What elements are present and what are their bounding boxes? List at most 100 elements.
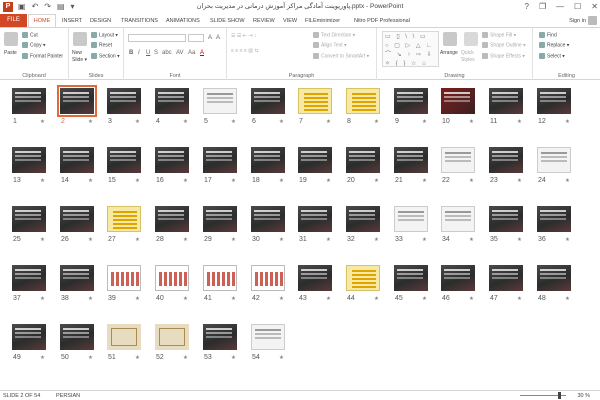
- slide-thumbnail[interactable]: [537, 147, 571, 173]
- slide-thumbnail[interactable]: [107, 324, 141, 350]
- slide-animation-star-icon[interactable]: ★: [183, 236, 188, 244]
- cut-button[interactable]: Cut: [22, 32, 38, 39]
- slide-thumbnail[interactable]: [155, 324, 189, 350]
- tab-transitions[interactable]: TRANSITIONS: [121, 16, 158, 26]
- shrink-font-icon[interactable]: A: [216, 35, 220, 42]
- reset-button[interactable]: Reset: [91, 42, 112, 49]
- tab-fileminimizer[interactable]: FILEminimizer: [305, 16, 340, 26]
- slide-animation-star-icon[interactable]: ★: [517, 118, 522, 126]
- slide-thumbnail[interactable]: [537, 265, 571, 291]
- slide-thumbnail[interactable]: [394, 206, 428, 232]
- slide-thumbnail[interactable]: [251, 265, 285, 291]
- slide-thumbnail[interactable]: [489, 206, 523, 232]
- slide-thumbnail[interactable]: [251, 206, 285, 232]
- slide-animation-star-icon[interactable]: ★: [183, 118, 188, 126]
- strikethrough-button[interactable]: S: [154, 50, 158, 57]
- tab-file[interactable]: FILE: [0, 14, 27, 27]
- tab-design[interactable]: DESIGN: [90, 16, 111, 26]
- slide-thumbnail[interactable]: [203, 206, 237, 232]
- change-case-button[interactable]: Aa: [188, 50, 195, 57]
- select-button[interactable]: Select ▾: [539, 53, 565, 60]
- section-button[interactable]: Section ▾: [91, 53, 120, 60]
- maximize-button[interactable]: ☐: [574, 1, 581, 12]
- slide-animation-star-icon[interactable]: ★: [88, 354, 93, 362]
- slide-animation-star-icon[interactable]: ★: [326, 118, 331, 126]
- slide-animation-star-icon[interactable]: ★: [183, 354, 188, 362]
- slide-animation-star-icon[interactable]: ★: [40, 118, 45, 126]
- slide-animation-star-icon[interactable]: ★: [88, 118, 93, 126]
- slide-animation-star-icon[interactable]: ★: [183, 295, 188, 303]
- slide-animation-star-icon[interactable]: ★: [135, 118, 140, 126]
- slide-animation-star-icon[interactable]: ★: [135, 177, 140, 185]
- shape-outline-button[interactable]: Shape Outline ▾: [482, 42, 526, 49]
- slide-animation-star-icon[interactable]: ★: [279, 295, 284, 303]
- align-text-button[interactable]: Align Text ▾: [313, 42, 347, 49]
- slide-thumbnail[interactable]: [60, 206, 94, 232]
- slide-animation-star-icon[interactable]: ★: [135, 295, 140, 303]
- slide-thumbnail[interactable]: [346, 206, 380, 232]
- slide-animation-star-icon[interactable]: ★: [40, 354, 45, 362]
- slide-animation-star-icon[interactable]: ★: [231, 118, 236, 126]
- slide-thumbnail[interactable]: [441, 206, 475, 232]
- slide-thumbnail[interactable]: [489, 147, 523, 173]
- convert-smartart-button[interactable]: Convert to SmartArt ▾: [313, 53, 369, 60]
- slide-thumbnail[interactable]: [298, 265, 332, 291]
- tab-nitro-pdf[interactable]: Nitro PDF Professional: [354, 16, 410, 26]
- slide-thumbnail[interactable]: [12, 265, 46, 291]
- slide-animation-star-icon[interactable]: ★: [565, 295, 570, 303]
- slide-thumbnail[interactable]: [346, 265, 380, 291]
- slide-thumbnail[interactable]: [107, 88, 141, 114]
- slide-thumbnail[interactable]: [203, 324, 237, 350]
- slide-thumbnail[interactable]: [394, 147, 428, 173]
- slide-animation-star-icon[interactable]: ★: [40, 236, 45, 244]
- bullets-button[interactable]: ☰ ☰ ⇤ ⇥ ↕: [231, 33, 256, 40]
- slide-animation-star-icon[interactable]: ★: [231, 354, 236, 362]
- grow-font-icon[interactable]: A: [208, 35, 212, 42]
- slide-animation-star-icon[interactable]: ★: [135, 354, 140, 362]
- slide-thumbnail[interactable]: [107, 147, 141, 173]
- layout-button[interactable]: Layout ▾: [91, 32, 118, 39]
- slide-thumbnail[interactable]: [489, 265, 523, 291]
- slide-animation-star-icon[interactable]: ★: [422, 295, 427, 303]
- replace-button[interactable]: Replace ▾: [539, 42, 569, 49]
- slide-animation-star-icon[interactable]: ★: [88, 236, 93, 244]
- language-indicator[interactable]: PERSIAN: [56, 392, 80, 400]
- slide-thumbnail[interactable]: [441, 147, 475, 173]
- slide-thumbnail[interactable]: [12, 147, 46, 173]
- slide-thumbnail[interactable]: [60, 324, 94, 350]
- paste-button[interactable]: Paste: [4, 50, 17, 57]
- copy-button[interactable]: Copy ▾: [22, 42, 46, 49]
- shapes-gallery[interactable]: ▭ ▯ \ \ ▭ ○ ▢ ▷ △ ∟ ⌒ ↘ ↑ ⇨ ⇩ ✧ { } ☆ ⌂ …: [382, 31, 439, 67]
- slide-thumbnail[interactable]: [441, 88, 475, 114]
- tab-review[interactable]: REVIEW: [253, 16, 275, 26]
- help-icon[interactable]: ?: [525, 1, 529, 12]
- slide-animation-star-icon[interactable]: ★: [469, 118, 474, 126]
- slide-thumbnail[interactable]: [346, 147, 380, 173]
- slide-thumbnail[interactable]: [203, 88, 237, 114]
- slide-animation-star-icon[interactable]: ★: [565, 236, 570, 244]
- format-painter-button[interactable]: Format Painter: [22, 53, 63, 60]
- quick-styles-icon[interactable]: [464, 32, 478, 46]
- slide-animation-star-icon[interactable]: ★: [517, 295, 522, 303]
- quick-styles-button[interactable]: Quick Styles: [461, 50, 481, 64]
- character-spacing-button[interactable]: AV: [176, 50, 184, 57]
- slide-thumbnail[interactable]: [251, 147, 285, 173]
- slide-animation-star-icon[interactable]: ★: [135, 236, 140, 244]
- slide-thumbnail[interactable]: [298, 88, 332, 114]
- slide-animation-star-icon[interactable]: ★: [469, 177, 474, 185]
- minimize-button[interactable]: —: [556, 1, 564, 12]
- text-direction-button[interactable]: Text Direction ▾: [313, 32, 355, 39]
- slide-thumbnail[interactable]: [537, 88, 571, 114]
- slide-animation-star-icon[interactable]: ★: [565, 177, 570, 185]
- slide-thumbnail[interactable]: [12, 206, 46, 232]
- slide-thumbnail[interactable]: [155, 265, 189, 291]
- slide-animation-star-icon[interactable]: ★: [326, 177, 331, 185]
- slide-animation-star-icon[interactable]: ★: [279, 354, 284, 362]
- slide-animation-star-icon[interactable]: ★: [374, 118, 379, 126]
- tab-view[interactable]: VIEW: [283, 16, 297, 26]
- slide-thumbnail[interactable]: [57, 85, 97, 117]
- slide-animation-star-icon[interactable]: ★: [183, 177, 188, 185]
- slide-animation-star-icon[interactable]: ★: [422, 177, 427, 185]
- slide-thumbnail[interactable]: [251, 88, 285, 114]
- slide-thumbnail[interactable]: [298, 147, 332, 173]
